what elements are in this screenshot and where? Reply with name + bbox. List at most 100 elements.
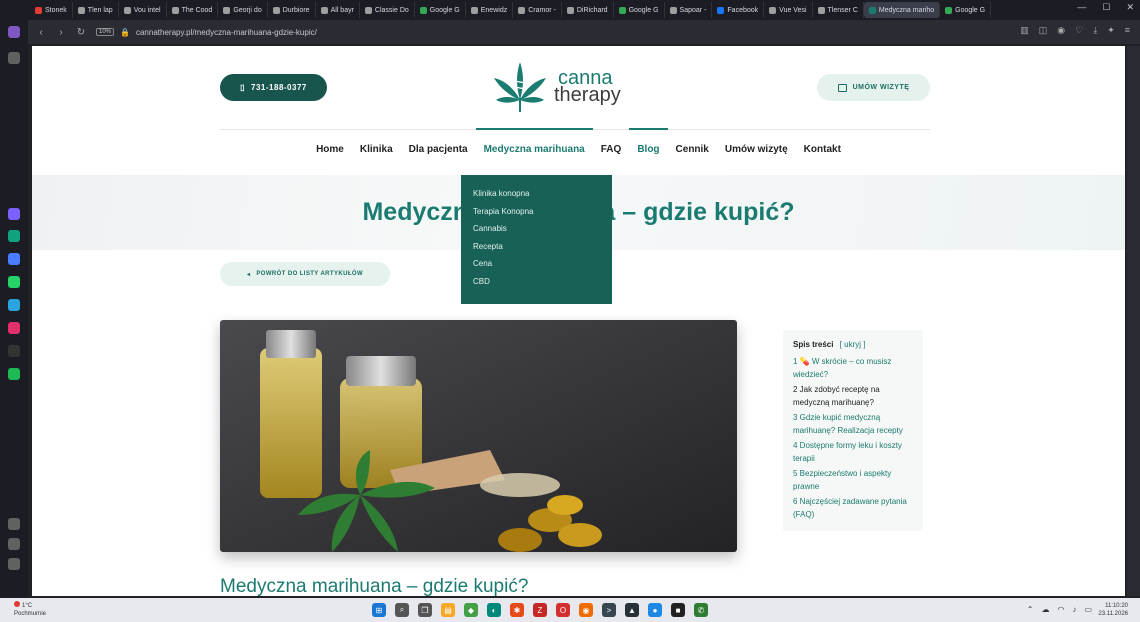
forward-arrow-icon[interactable]: ›: [56, 27, 66, 38]
windows-start-icon[interactable]: ⊞: [372, 603, 386, 617]
opera-icon[interactable]: O: [556, 603, 570, 617]
browser-tab[interactable]: Cramor -: [513, 2, 562, 18]
task-view-icon[interactable]: ❐: [418, 603, 432, 617]
browser-tab[interactable]: All bayr: [316, 2, 360, 18]
nav-item[interactable]: Home: [308, 144, 352, 155]
toc-item[interactable]: 1 💊 W skrócie – co musisz wiedzieć?: [793, 355, 913, 381]
store-icon[interactable]: ◆: [464, 603, 478, 617]
whatsapp-icon[interactable]: [8, 276, 20, 288]
instagram-icon[interactable]: [8, 322, 20, 334]
browser-tab[interactable]: Sapoar -: [665, 2, 713, 18]
settings-icon[interactable]: [8, 558, 20, 570]
back-arrow-icon[interactable]: ‹: [36, 27, 46, 38]
nav-item[interactable]: FAQ: [593, 144, 630, 155]
telegram-icon[interactable]: [8, 299, 20, 311]
edge-icon[interactable]: ◐: [487, 603, 501, 617]
heart-icon[interactable]: [8, 518, 20, 530]
toc-toggle[interactable]: [ ukryj ]: [840, 340, 866, 349]
browser-tab-label: Google G: [628, 6, 659, 14]
filezilla-icon[interactable]: Z: [533, 603, 547, 617]
cloud-icon[interactable]: ☁: [1041, 605, 1049, 614]
browser-tab[interactable]: Medyczna mariho: [863, 2, 941, 18]
toc-item[interactable]: 6 Najczęściej zadawane pytania (FAQ): [793, 495, 913, 521]
dropdown-item[interactable]: Cena: [473, 259, 612, 277]
back-to-articles-button[interactable]: ◂ POWRÓT DO LISTY ARTYKUŁÓW: [220, 262, 390, 286]
download-icon[interactable]: ⤓: [1093, 25, 1097, 36]
url-text[interactable]: cannatherapy.pl/medyczna-marihuana-gdzie…: [136, 28, 317, 37]
speaker-icon[interactable]: ♪: [1072, 605, 1076, 614]
toc-item[interactable]: 5 Bezpieczeństwo i aspekty prawne: [793, 467, 913, 493]
browser-icon[interactable]: ●: [648, 603, 662, 617]
dropdown-item[interactable]: CBD: [473, 277, 612, 295]
app-dark-icon[interactable]: ■: [671, 603, 685, 617]
x-icon[interactable]: [8, 345, 20, 357]
browser-tab[interactable]: Stonek: [30, 2, 73, 18]
site-logo[interactable]: canna therapy: [492, 60, 621, 114]
firefox-icon[interactable]: ◉: [579, 603, 593, 617]
nav-item[interactable]: Blog: [629, 128, 668, 155]
clock[interactable]: 11:10:20 23.11.2026: [1098, 602, 1128, 618]
photos-icon[interactable]: [8, 208, 20, 220]
camera-icon[interactable]: ◉: [1057, 25, 1065, 36]
logo-line-2: therapy: [554, 84, 621, 106]
battery-icon[interactable]: ▭: [1084, 605, 1092, 614]
sidebar-toggle-icon[interactable]: ◫: [1039, 25, 1048, 36]
browser-tab[interactable]: Tlen lap: [73, 2, 119, 18]
clock-icon[interactable]: [8, 538, 20, 550]
minimize-button[interactable]: —: [1077, 2, 1086, 13]
chevron-up-icon[interactable]: ⌃: [1027, 605, 1034, 614]
nav-item[interactable]: Kontakt: [796, 144, 849, 155]
search-icon[interactable]: ⌕: [395, 603, 409, 617]
toc-item[interactable]: 3 Gdzie kupić medyczną marihuanę? Realiz…: [793, 411, 913, 437]
close-button[interactable]: ✕: [1126, 2, 1134, 13]
browser-tab[interactable]: Facebook: [712, 2, 765, 18]
terminal-icon[interactable]: >: [602, 603, 616, 617]
pin-icon[interactable]: [8, 52, 20, 64]
dropdown-item[interactable]: Klinika konopna: [473, 189, 612, 207]
extensions-icon[interactable]: ✦: [1107, 25, 1115, 36]
app-icon[interactable]: ✱: [510, 603, 524, 617]
file-explorer-icon[interactable]: ▤: [441, 603, 455, 617]
weather-widget[interactable]: 1°C Pochmurnie: [14, 601, 46, 618]
url-box[interactable]: 10% 🔒 cannatherapy.pl/medyczna-marihuana…: [96, 28, 317, 37]
shield-badge[interactable]: 10%: [96, 28, 115, 36]
browser-tab[interactable]: Durbiore: [268, 2, 316, 18]
screen: Stonek Tlen lap Vou intel The Cood Georji do…: [0, 0, 1140, 622]
image-app-icon[interactable]: ▲: [625, 603, 639, 617]
home-icon[interactable]: [8, 26, 20, 38]
heart-icon[interactable]: ♡: [1075, 25, 1083, 36]
browser-tab[interactable]: Vue Vesi: [764, 2, 813, 18]
browser-tab[interactable]: Vou intel: [119, 2, 167, 18]
browser-tab[interactable]: Tlenser C: [813, 2, 864, 18]
browser-tab[interactable]: DiRichard: [562, 2, 614, 18]
split-view-icon[interactable]: ▥: [1020, 25, 1029, 36]
browser-tab[interactable]: Classie Do: [360, 2, 415, 18]
reload-icon[interactable]: ↻: [76, 27, 86, 38]
nav-item[interactable]: Umów wizytę: [717, 144, 796, 155]
toc-item[interactable]: 4 Dostępne formy leku i koszty terapii: [793, 439, 913, 465]
browser-tab[interactable]: Google G: [940, 2, 992, 18]
menu-icon[interactable]: ≡: [1125, 25, 1130, 36]
browser-tab[interactable]: Google G: [614, 2, 665, 18]
dropdown-item[interactable]: Recepta: [473, 242, 612, 260]
whatsapp-icon[interactable]: ✆: [694, 603, 708, 617]
nav-item[interactable]: Dla pacjenta: [401, 144, 476, 155]
messenger-icon[interactable]: [8, 253, 20, 265]
browser-tab[interactable]: Enewidz: [466, 2, 514, 18]
spotify-icon[interactable]: [8, 368, 20, 380]
maximize-button[interactable]: ☐: [1102, 2, 1110, 13]
dropdown-item[interactable]: Cannabis: [473, 224, 612, 242]
phone-button[interactable]: ▯ 731-188-0377: [220, 74, 327, 101]
book-visit-button[interactable]: UMÓW WIZYTĘ: [817, 74, 930, 101]
chatgpt-icon[interactable]: [8, 230, 20, 242]
browser-tab[interactable]: The Cood: [167, 2, 219, 18]
nav-item[interactable]: Medyczna marihuana: [475, 128, 593, 155]
nav-item[interactable]: Klinika: [352, 144, 401, 155]
toc-item[interactable]: 2 Jak zdobyć receptę na medyczną marihua…: [793, 383, 913, 409]
wifi-icon[interactable]: ◠: [1057, 605, 1064, 614]
browser-tab[interactable]: Georji do: [218, 2, 268, 18]
browser-tab[interactable]: Google G: [415, 2, 466, 18]
dropdown-item[interactable]: Terapia Konopna: [473, 207, 612, 225]
nav-item[interactable]: Cennik: [668, 144, 717, 155]
tabs-container: Stonek Tlen lap Vou intel The Cood Georji do…: [30, 2, 992, 18]
